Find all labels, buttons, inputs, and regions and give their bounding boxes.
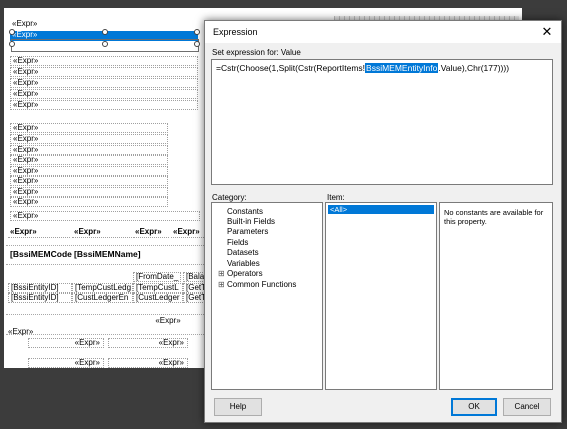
table-cell[interactable]: [Bala (183, 272, 205, 282)
table-row-border (6, 264, 206, 265)
expression-text-after: .Value),Chr(177)))) (438, 63, 510, 73)
category-tree[interactable]: Constants Built-in Fields Parameters Fie… (211, 202, 323, 390)
category-item-built-in-fields[interactable]: Built-in Fields (218, 217, 275, 226)
footer-expr-cell[interactable]: «Expr» (6, 328, 46, 338)
header-expr-cell[interactable]: «Expr» (72, 228, 132, 238)
expr-textbox[interactable]: «Expr» (10, 123, 168, 133)
header-expr-cell[interactable]: «Expr» (171, 228, 204, 238)
expr-textbox[interactable]: «Expr» (10, 89, 198, 99)
expand-icon[interactable]: ⊞ (218, 269, 227, 278)
table-top-border (6, 245, 206, 246)
help-button[interactable]: Help (214, 398, 262, 416)
description-text: No constants are available for this prop… (444, 208, 544, 226)
table-cell[interactable]: [BssiEntityID] (8, 293, 72, 303)
expr-textbox[interactable]: «Expr» (10, 67, 198, 77)
close-icon[interactable]: ✕ (539, 24, 555, 40)
footer-expr-cell[interactable]: «Expr» (108, 358, 188, 368)
section-divider (6, 334, 206, 335)
dialog-titlebar[interactable]: Expression ✕ (205, 21, 561, 43)
category-item-parameters[interactable]: Parameters (218, 227, 268, 236)
dialog-title: Expression (213, 27, 258, 37)
table-cell[interactable]: [TempCustLedg (72, 283, 133, 293)
item-list[interactable]: <All> (325, 202, 437, 390)
item-label: Item: (327, 193, 345, 202)
category-label: Category: (212, 193, 247, 202)
item-all[interactable]: <All> (328, 205, 434, 214)
category-item-label: Parameters (227, 227, 269, 236)
expression-editor[interactable]: =Cstr(Choose(1,Split(Cstr(ReportItems!Bs… (211, 59, 553, 185)
cancel-button[interactable]: Cancel (503, 398, 551, 416)
footer-expr-cell[interactable]: «Expr» (28, 358, 104, 368)
category-item-label: Built-in Fields (227, 217, 276, 226)
section-divider (6, 314, 206, 315)
set-expression-label: Set expression for: Value (212, 48, 301, 57)
expr-textbox[interactable]: «Expr» (10, 176, 168, 186)
resize-handle[interactable] (9, 29, 15, 35)
expr-textbox[interactable]: «Expr» (10, 78, 198, 88)
selected-expr-label: «Expr» (12, 31, 38, 39)
table-cell[interactable]: [BssiEntityID] (8, 283, 72, 293)
expression-dialog: Expression ✕ Set expression for: Value =… (204, 20, 562, 423)
expr-textbox[interactable]: «Expr» (10, 166, 168, 176)
table-header-cell[interactable]: [BssiMEMCode (8, 250, 72, 260)
header-expr-cell[interactable]: «Expr» (8, 228, 70, 238)
table-header-cell[interactable]: [BssiMEMName] (72, 250, 168, 260)
resize-handle[interactable] (9, 41, 15, 47)
resize-handle[interactable] (102, 41, 108, 47)
category-item-label: Operators (227, 269, 263, 278)
expr-textbox[interactable]: «Expr» (10, 134, 168, 144)
category-item-label: Datasets (227, 248, 259, 257)
expr-textbox[interactable]: «Expr» (10, 100, 198, 110)
resize-handle[interactable] (194, 29, 200, 35)
category-item-label: Fields (227, 238, 249, 247)
header-expr-cell[interactable]: «Expr» (133, 228, 169, 238)
category-item-label: Constants (227, 207, 264, 216)
category-item-label: Variables (227, 259, 260, 268)
category-item-common-functions[interactable]: ⊞ Common Functions (218, 280, 296, 289)
expr-textbox[interactable]: «Expr» (10, 155, 168, 165)
table-cell[interactable]: [TempCustL (133, 283, 183, 293)
table-cell[interactable]: [GetT (183, 293, 205, 303)
table-cell[interactable]: [GetT (183, 283, 205, 293)
category-item-constants[interactable]: Constants (218, 207, 263, 216)
description-panel: No constants are available for this prop… (439, 202, 553, 390)
expr-textbox[interactable]: «Expr» (10, 197, 168, 207)
ok-button[interactable]: OK (451, 398, 497, 416)
table-cell[interactable]: [FromDate_ (133, 272, 181, 282)
category-item-variables[interactable]: Variables (218, 259, 260, 268)
expression-text-before: =Cstr(Choose(1,Split(Cstr(ReportItems! (216, 63, 366, 73)
resize-handle[interactable] (194, 41, 200, 47)
table-cell[interactable]: [CustLedger (133, 293, 183, 303)
category-item-fields[interactable]: Fields (218, 238, 248, 247)
footer-expr-cell[interactable]: «Expr» (108, 338, 188, 348)
category-item-operators[interactable]: ⊞ Operators (218, 269, 263, 278)
category-item-datasets[interactable]: Datasets (218, 248, 259, 257)
expr-textbox[interactable]: «Expr» (10, 187, 168, 197)
category-item-label: Common Functions (227, 280, 297, 289)
expand-icon[interactable]: ⊞ (218, 280, 227, 289)
expr-textbox[interactable]: «Expr» (10, 211, 200, 221)
table-cell[interactable]: [CustLedgerEn (72, 293, 133, 303)
expression-text-selected: BssiMEMEntityInfo (365, 63, 439, 73)
footer-expr-cell[interactable]: «Expr» (139, 317, 195, 327)
resize-handle[interactable] (102, 29, 108, 35)
expr-textbox[interactable]: «Expr» (10, 145, 168, 155)
footer-expr-cell[interactable]: «Expr» (28, 338, 104, 348)
expr-textbox[interactable]: «Expr» (10, 56, 198, 66)
